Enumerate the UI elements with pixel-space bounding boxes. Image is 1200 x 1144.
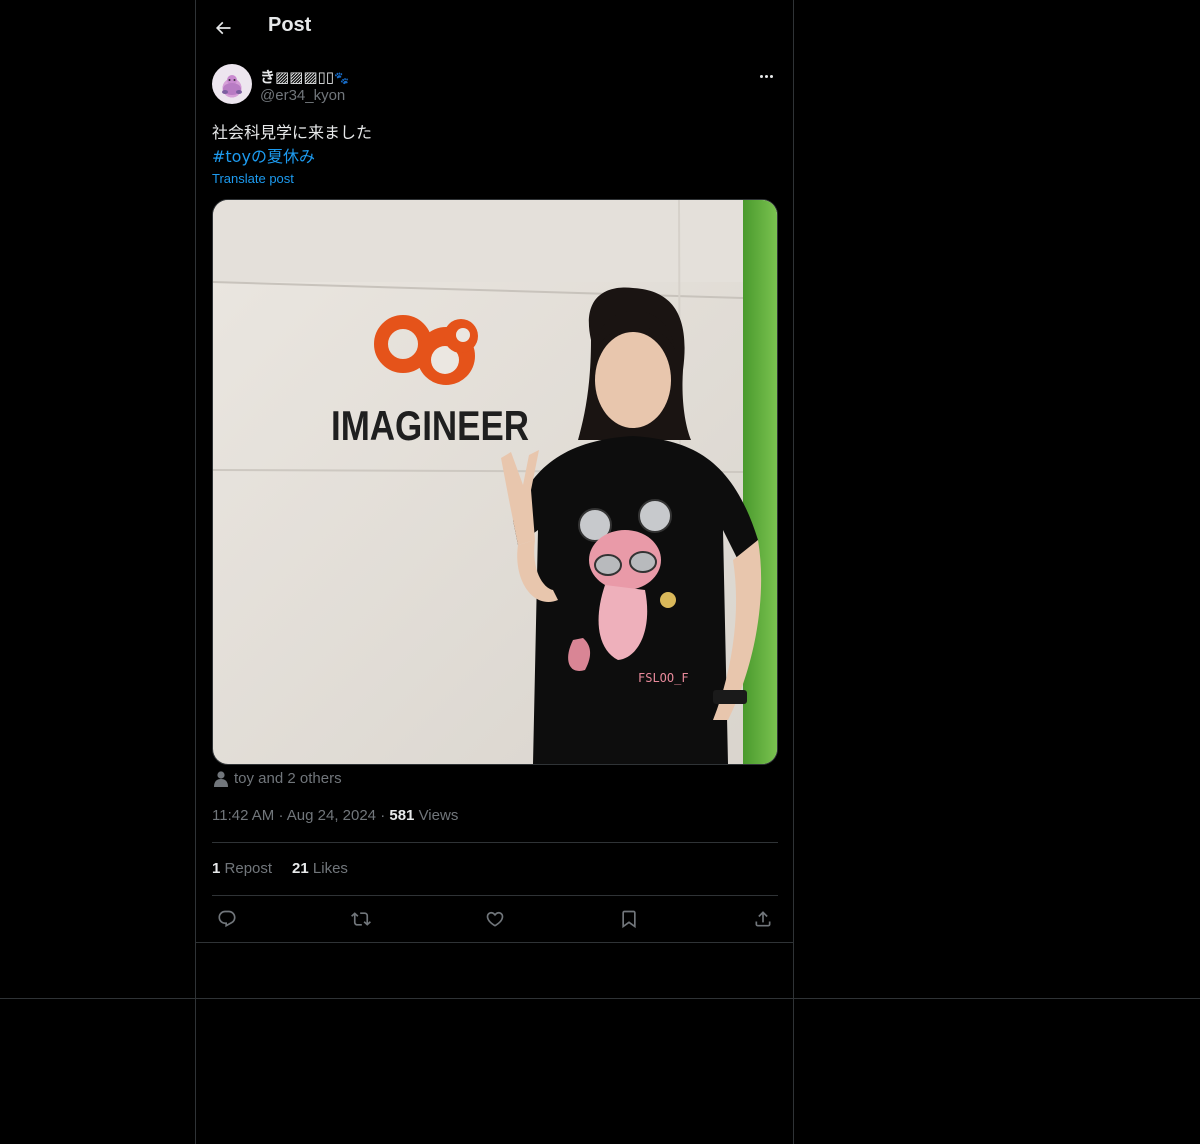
post-bottom-divider	[196, 942, 793, 943]
more-dot-icon	[764, 74, 768, 78]
avatar-figure-icon	[222, 75, 242, 95]
views-label: Views	[418, 807, 459, 824]
reposts-stat[interactable]: 1 Repost	[212, 860, 272, 877]
repost-button[interactable]	[346, 904, 376, 934]
reply-button[interactable]	[212, 904, 242, 934]
post-text: 社会科見学に来ました #toyの夏休み	[212, 121, 372, 169]
views-count: 581	[389, 807, 415, 824]
post-meta: 11:42 AM · Aug 24, 2024 · 581 Views	[212, 807, 458, 824]
more-dot-icon	[759, 74, 763, 78]
logo-text: IMAGINEER	[331, 402, 529, 449]
heart-icon	[486, 911, 504, 927]
author-display-name[interactable]: き▨▨▨▯▯🐾	[260, 66, 349, 87]
meta-separator: ·	[278, 807, 287, 824]
post-text-line: 社会科見学に来ました	[212, 123, 373, 142]
tagged-label: toy and 2 others	[234, 770, 342, 787]
post-time[interactable]: 11:42 AM	[212, 807, 274, 824]
more-dot-icon	[769, 74, 773, 78]
translate-post-link[interactable]: Translate post	[212, 171, 294, 186]
photo: IMAGINEER FSLOO_F	[213, 200, 777, 764]
author-name-text: き▨▨▨▯▯	[260, 69, 335, 86]
more-options-button[interactable]	[754, 66, 778, 86]
like-button[interactable]	[480, 904, 510, 934]
back-button[interactable]	[206, 11, 240, 45]
timeline-separator	[0, 998, 1200, 999]
repost-icon	[351, 912, 371, 926]
likes-count: 21	[292, 860, 309, 877]
likes-stat[interactable]: 21 Likes	[292, 860, 348, 877]
page-title: Post	[268, 14, 312, 36]
post-stats: 1 Repost 21 Likes	[212, 860, 348, 877]
likes-label: Likes	[312, 860, 348, 877]
arrow-left-icon	[215, 21, 231, 35]
reply-icon	[218, 910, 236, 928]
person-icon	[214, 770, 228, 787]
author-handle[interactable]: @er34_kyon	[260, 87, 345, 104]
bookmark-button[interactable]	[614, 904, 644, 934]
hashtag-link[interactable]: #toyの夏休み	[212, 145, 372, 169]
bookmark-icon	[622, 910, 636, 929]
avatar[interactable]	[212, 64, 252, 104]
meta-separator: ·	[380, 807, 390, 824]
post-actions	[212, 904, 778, 934]
reposts-label: Repost	[224, 860, 273, 877]
share-button[interactable]	[748, 904, 778, 934]
shirt-text: FSLOO_F	[638, 671, 689, 685]
paw-emoji: 🐾	[334, 71, 349, 85]
divider	[212, 842, 778, 843]
reposts-count: 1	[212, 860, 221, 877]
tagged-users[interactable]: toy and 2 others	[214, 770, 342, 787]
post-image[interactable]: IMAGINEER FSLOO_F	[212, 199, 778, 765]
page-header: Post	[196, 0, 793, 54]
divider	[212, 895, 778, 896]
main-column: Post き▨▨▨▯▯🐾 @er34_kyon 社会科見学に来ました #toyの…	[195, 0, 794, 1144]
share-icon	[755, 911, 771, 927]
post-date[interactable]: Aug 24, 2024	[287, 807, 376, 824]
